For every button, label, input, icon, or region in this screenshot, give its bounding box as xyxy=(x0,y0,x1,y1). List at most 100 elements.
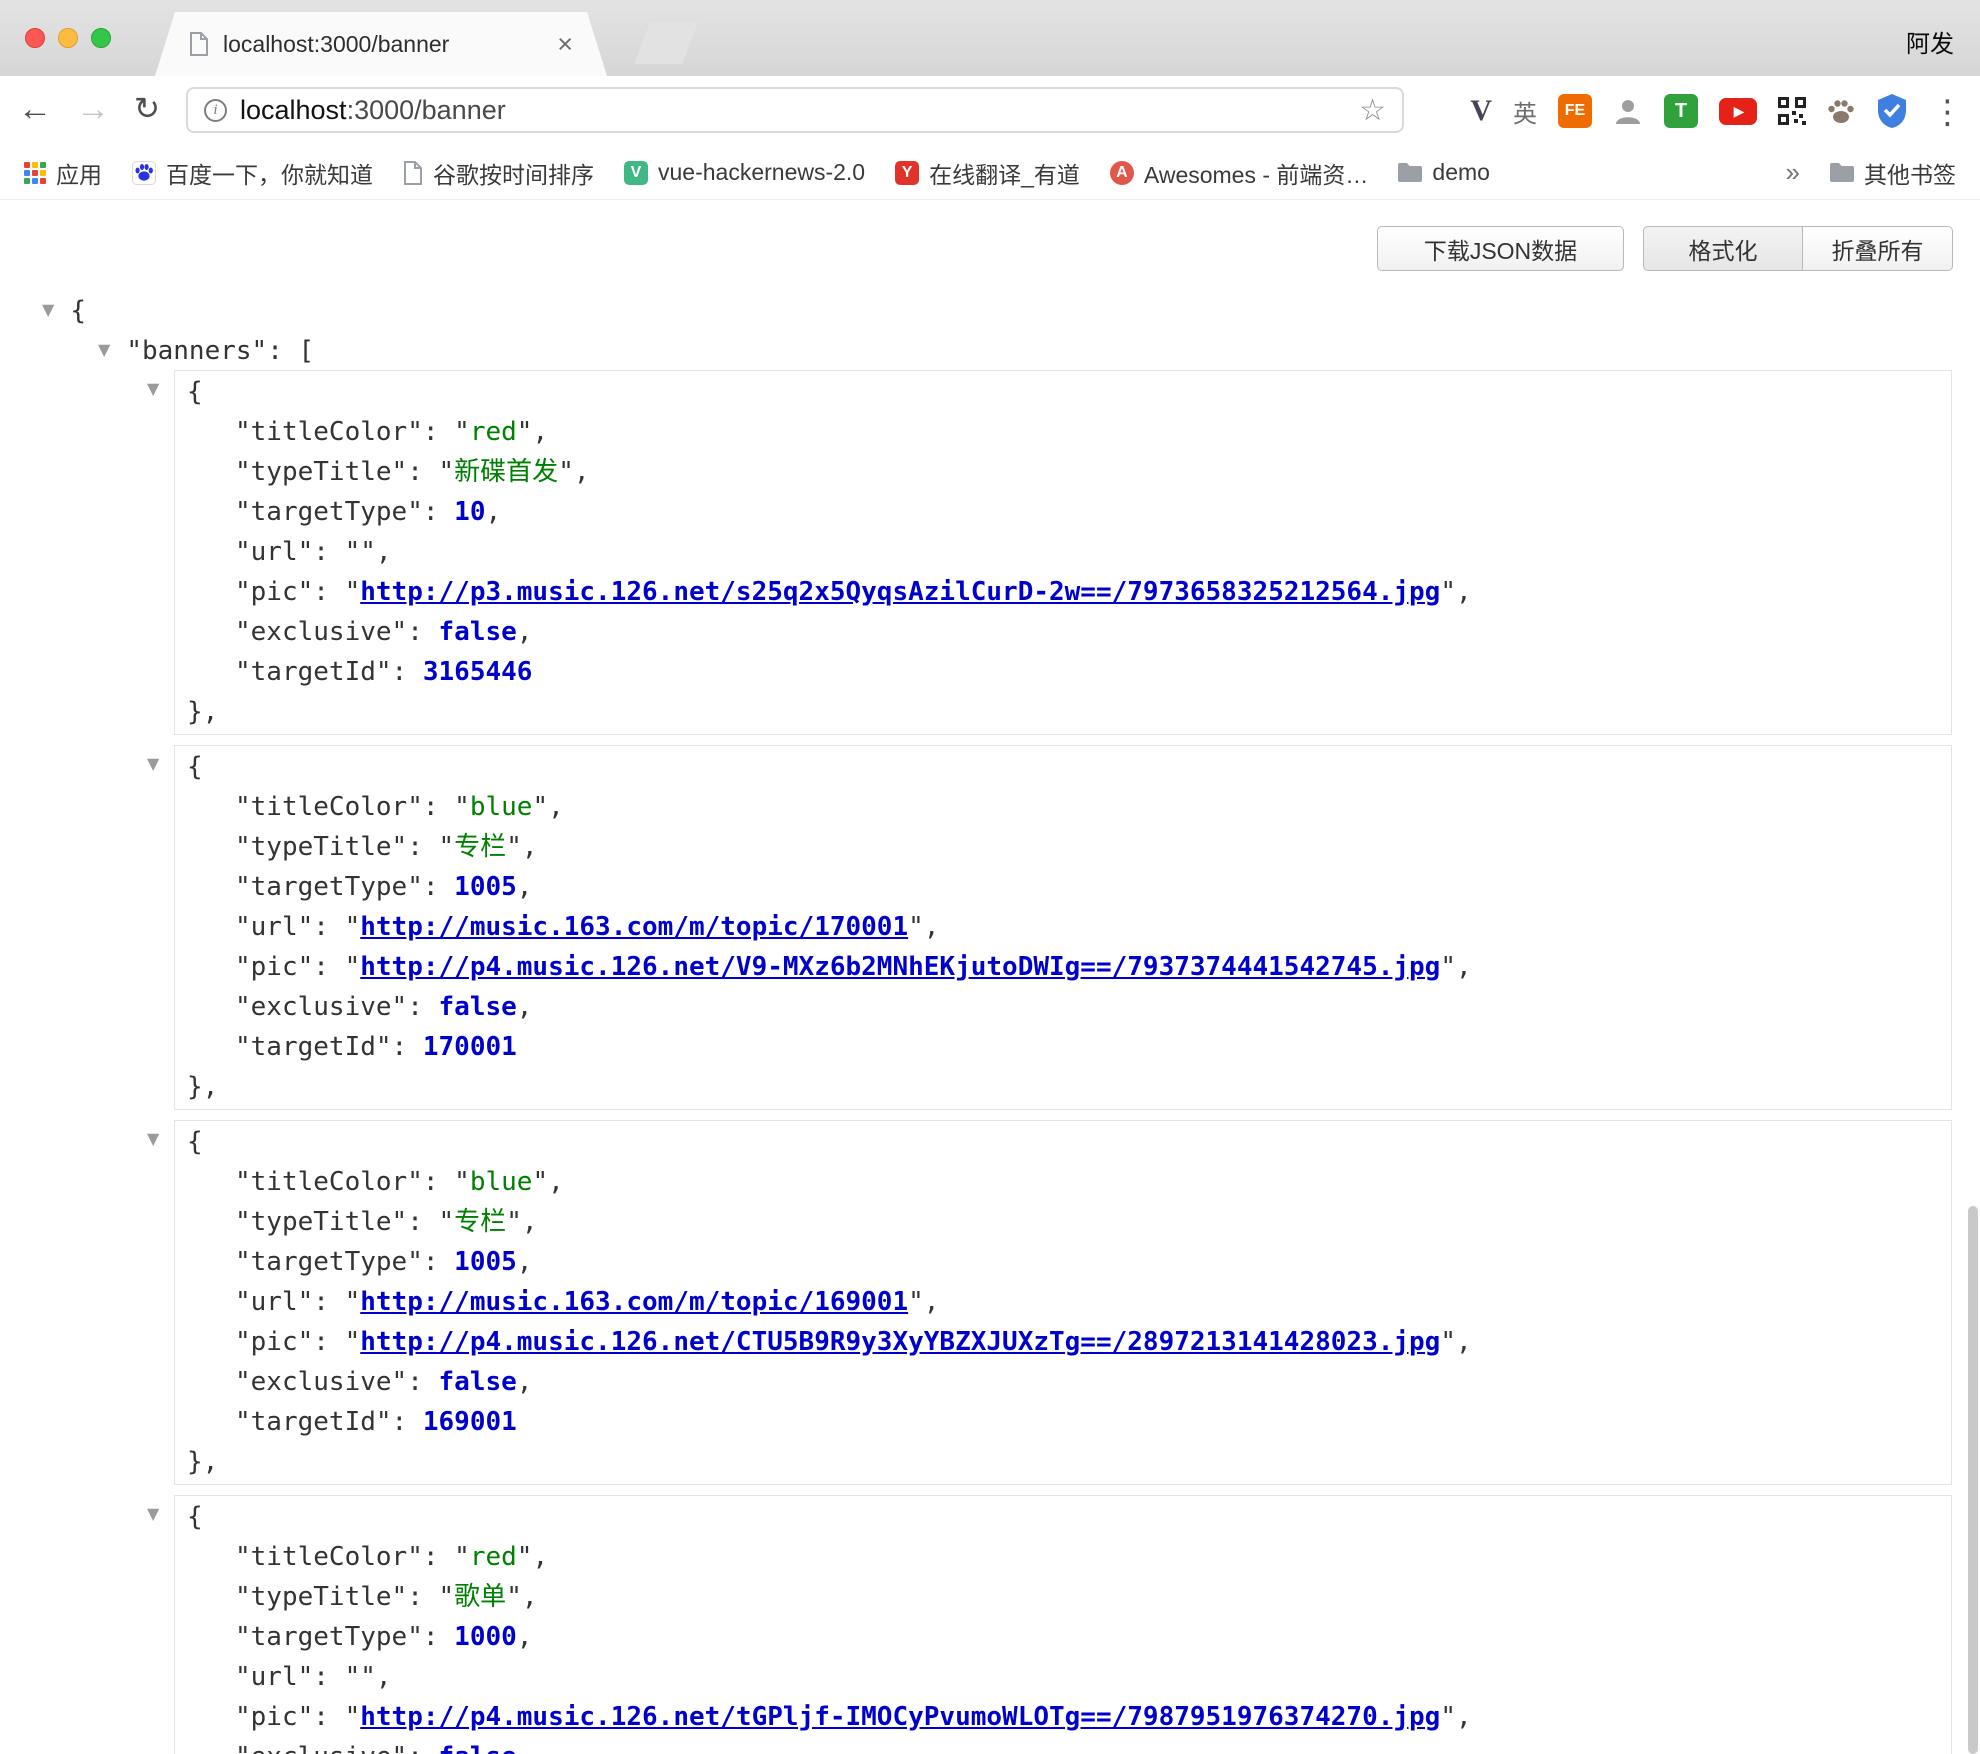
guard-extension-icon[interactable]: T xyxy=(1664,94,1698,128)
json-property: "url": "http://music.163.com/m/topic/169… xyxy=(175,1282,1951,1322)
page-icon xyxy=(189,32,209,56)
translate-extension-icon[interactable]: 英 xyxy=(1513,94,1537,129)
json-property: "targetId": 3165446 xyxy=(175,652,1951,692)
banners-key: "banners": [ xyxy=(126,336,314,366)
collapse-icon[interactable]: ▼ xyxy=(147,379,159,398)
forward-button[interactable]: → xyxy=(76,87,110,131)
json-property: "titleColor": "blue", xyxy=(175,787,1951,827)
profile-name[interactable]: 阿发 xyxy=(1906,24,1954,59)
bookmark-awesomes[interactable]: A Awesomes - 前端资… xyxy=(1110,156,1369,190)
view-toggle-group: 格式化 折叠所有 xyxy=(1643,226,1953,271)
vertical-scrollbar[interactable] xyxy=(1968,1206,1978,1754)
json-link[interactable]: http://p3.music.126.net/s25q2x5QyqsAzilC… xyxy=(360,577,1440,607)
download-json-button[interactable]: 下载JSON数据 xyxy=(1377,226,1624,271)
bookmark-label: 百度一下，你就知道 xyxy=(166,156,373,190)
tab-title: localhost:3000/banner xyxy=(223,31,547,58)
folder-icon xyxy=(1830,163,1854,182)
other-bookmarks[interactable]: 其他书签 xyxy=(1830,156,1956,190)
json-property: "exclusive": false, xyxy=(175,612,1951,652)
bookmark-label: 在线翻译_有道 xyxy=(929,156,1080,190)
json-link[interactable]: http://music.163.com/m/topic/170001 xyxy=(360,912,908,942)
json-property: "targetId": 169001 xyxy=(175,1402,1951,1442)
json-link[interactable]: http://p4.music.126.net/CTU5B9R9y3XyYBZX… xyxy=(360,1327,1440,1357)
json-property: "url": "http://music.163.com/m/topic/170… xyxy=(175,907,1951,947)
v-extension-icon[interactable]: V xyxy=(1470,94,1492,128)
info-icon[interactable]: i xyxy=(204,99,227,122)
fehelper-extension-icon[interactable]: FE xyxy=(1558,94,1592,128)
json-property: "titleColor": "red", xyxy=(175,412,1951,452)
collapse-icon[interactable]: ▼ xyxy=(147,1129,159,1148)
vue-icon: V xyxy=(624,161,648,185)
object-close-brace: }, xyxy=(175,692,1951,732)
root-open-brace: { xyxy=(70,296,86,326)
json-link[interactable]: http://p4.music.126.net/V9-MXz6b2MNhEKju… xyxy=(360,952,1440,982)
json-property: "exclusive": false, xyxy=(175,1737,1951,1754)
json-link[interactable]: http://music.163.com/m/topic/169001 xyxy=(360,1287,908,1317)
bookmarks-overflow-icon[interactable]: » xyxy=(1786,157,1800,188)
collapse-icon[interactable]: ▼ xyxy=(147,1504,159,1523)
collapse-icon[interactable]: ▼ xyxy=(42,290,54,330)
security-extension-icon[interactable] xyxy=(1876,93,1908,129)
collapse-icon[interactable]: ▼ xyxy=(147,754,159,773)
json-property: "titleColor": "red", xyxy=(175,1537,1951,1577)
paw-extension-icon[interactable] xyxy=(1827,98,1855,124)
bookmark-google-sort[interactable]: 谷歌按时间排序 xyxy=(403,156,594,190)
bookmark-star-icon[interactable]: ☆ xyxy=(1359,93,1386,128)
bookmark-apps[interactable]: 应用 xyxy=(24,156,102,190)
object-open-brace: { xyxy=(175,372,1951,412)
json-property: "pic": "http://p4.music.126.net/CTU5B9R9… xyxy=(175,1322,1951,1362)
json-view: ▼{ ▼"banners": [ ▼{"titleColor": "red","… xyxy=(0,290,1980,1754)
json-property: "targetId": 170001 xyxy=(175,1027,1951,1067)
json-property: "targetType": 10, xyxy=(175,492,1951,532)
json-property: "targetType": 1000, xyxy=(175,1617,1951,1657)
page-icon xyxy=(403,161,423,185)
banner-object: ▼{"titleColor": "blue","typeTitle": "专栏"… xyxy=(174,745,1952,1110)
address-bar[interactable]: i localhost:3000/banner ☆ xyxy=(186,87,1404,133)
collapse-all-button[interactable]: 折叠所有 xyxy=(1803,226,1953,271)
object-close-brace: }, xyxy=(175,1067,1951,1107)
bookmark-label: 应用 xyxy=(56,156,102,190)
zoom-window-button[interactable] xyxy=(91,28,111,48)
close-tab-icon[interactable]: × xyxy=(557,29,573,60)
json-property: "targetType": 1005, xyxy=(175,867,1951,907)
bookmarks-bar: 应用 百度一下，你就知道 谷歌按时间排序 V vue-hackernews-2.… xyxy=(0,146,1980,200)
banner-object: ▼{"titleColor": "blue","typeTitle": "专栏"… xyxy=(174,1120,1952,1485)
bookmark-demo[interactable]: demo xyxy=(1398,159,1490,186)
close-window-button[interactable] xyxy=(25,28,45,48)
new-tab-button[interactable] xyxy=(634,22,698,64)
json-property: "typeTitle": "专栏", xyxy=(175,1202,1951,1242)
bookmark-label: 谷歌按时间排序 xyxy=(433,156,594,190)
object-open-brace: { xyxy=(175,747,1951,787)
banner-object: ▼{"titleColor": "red","typeTitle": "新碟首发… xyxy=(174,370,1952,735)
json-property: "titleColor": "blue", xyxy=(175,1162,1951,1202)
json-property: "exclusive": false, xyxy=(175,1362,1951,1402)
json-property: "targetType": 1005, xyxy=(175,1242,1951,1282)
json-property: "url": "", xyxy=(175,1657,1951,1697)
json-property: "typeTitle": "歌单", xyxy=(175,1577,1951,1617)
qrcode-extension-icon[interactable] xyxy=(1778,97,1806,125)
format-button[interactable]: 格式化 xyxy=(1643,226,1803,271)
bookmark-youdao[interactable]: Y 在线翻译_有道 xyxy=(895,156,1080,190)
folder-icon xyxy=(1398,163,1422,182)
reload-button[interactable]: ↻ xyxy=(134,87,160,131)
browser-tab[interactable]: localhost:3000/banner × xyxy=(155,12,607,76)
apps-grid-icon xyxy=(24,162,46,184)
minimize-window-button[interactable] xyxy=(58,28,78,48)
json-property: "typeTitle": "专栏", xyxy=(175,827,1951,867)
object-open-brace: { xyxy=(175,1497,1951,1537)
bookmark-baidu[interactable]: 百度一下，你就知道 xyxy=(132,156,373,190)
profile-extension-icon[interactable] xyxy=(1613,96,1643,126)
json-property: "exclusive": false, xyxy=(175,987,1951,1027)
bookmark-vue-hackernews[interactable]: V vue-hackernews-2.0 xyxy=(624,159,865,186)
youtube-extension-icon[interactable]: ▶ xyxy=(1719,98,1757,125)
banner-object: ▼{"titleColor": "red","typeTitle": "歌单",… xyxy=(174,1495,1952,1754)
navigation-toolbar: ← → ↻ i localhost:3000/banner ☆ V 英 FE T… xyxy=(0,76,1980,146)
bookmark-label: 其他书签 xyxy=(1864,156,1956,190)
collapse-icon[interactable]: ▼ xyxy=(98,330,110,370)
json-link[interactable]: http://p4.music.126.net/tGPljf-IMOCyPvum… xyxy=(360,1702,1440,1732)
bookmark-label: demo xyxy=(1432,159,1490,186)
back-button[interactable]: ← xyxy=(18,87,52,131)
browser-menu-icon[interactable]: ⋮ xyxy=(1931,92,1964,131)
youdao-icon: Y xyxy=(895,161,919,185)
object-close-brace: }, xyxy=(175,1442,1951,1482)
